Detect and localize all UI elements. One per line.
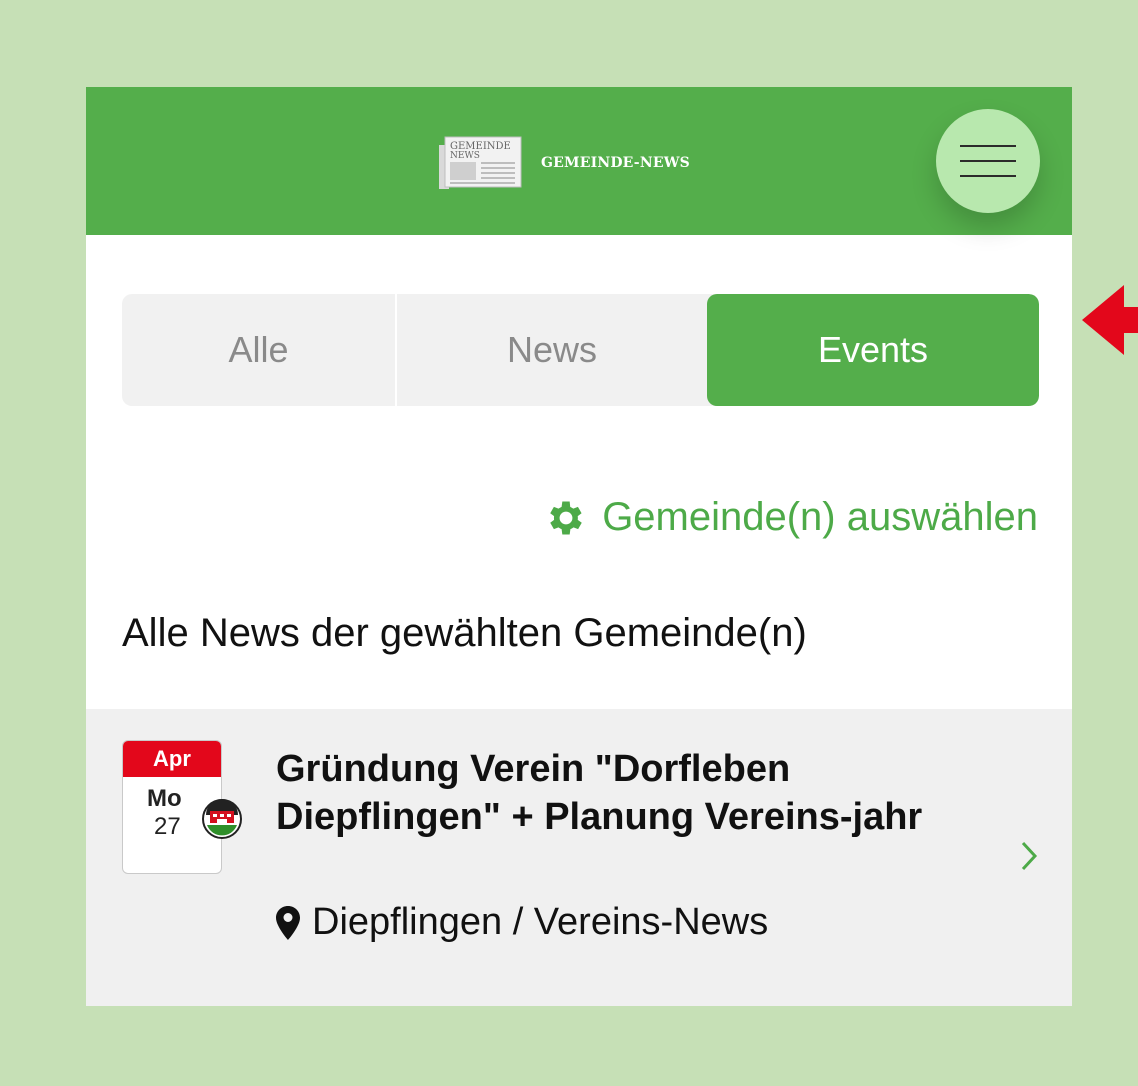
section-title: Alle News der gewählten Gemeinde(n) (122, 611, 807, 655)
gear-icon (550, 501, 582, 534)
tab-news[interactable]: News (397, 294, 707, 406)
municipality-crest-icon (202, 799, 242, 839)
header-bar: GEMEINDE NEWS GEMEINDE-NEWS (86, 87, 1072, 235)
list-item[interactable]: Apr Mo 27 Gründung Verein "Dorfleben Die… (86, 709, 1072, 1006)
item-location: Diepflingen / Vereins-News (276, 901, 768, 944)
app-screen: GEMEINDE NEWS GEMEINDE-NEWS Alle News Ev… (86, 87, 1072, 1006)
newspaper-icon: GEMEINDE NEWS (439, 136, 522, 189)
map-pin-icon (276, 905, 300, 940)
annotation-arrow-icon (1082, 285, 1138, 355)
hamburger-icon (960, 145, 1016, 147)
tab-events[interactable]: Events (707, 294, 1039, 406)
chevron-right-icon (1021, 841, 1038, 871)
app-logo[interactable]: GEMEINDE NEWS GEMEINDE-NEWS (439, 135, 690, 190)
item-title: Gründung Verein "Dorfleben Diepflingen" … (276, 748, 923, 838)
date-weekday: Mo (147, 785, 182, 812)
date-month: Apr (123, 741, 221, 777)
app-title: GEMEINDE-NEWS (541, 154, 690, 171)
choose-municipality-link[interactable]: Gemeinde(n) auswählen (544, 495, 1038, 540)
hamburger-icon (960, 160, 1016, 162)
tab-alle[interactable]: Alle (122, 294, 397, 406)
filter-tabs: Alle News Events (122, 294, 1039, 406)
date-day: 27 (154, 813, 181, 840)
item-location-label: Diepflingen / Vereins-News (312, 901, 769, 943)
choose-municipality-label: Gemeinde(n) auswählen (602, 495, 1038, 539)
hamburger-icon (960, 175, 1016, 177)
menu-button[interactable] (936, 109, 1040, 213)
svg-text:NEWS: NEWS (450, 151, 480, 161)
